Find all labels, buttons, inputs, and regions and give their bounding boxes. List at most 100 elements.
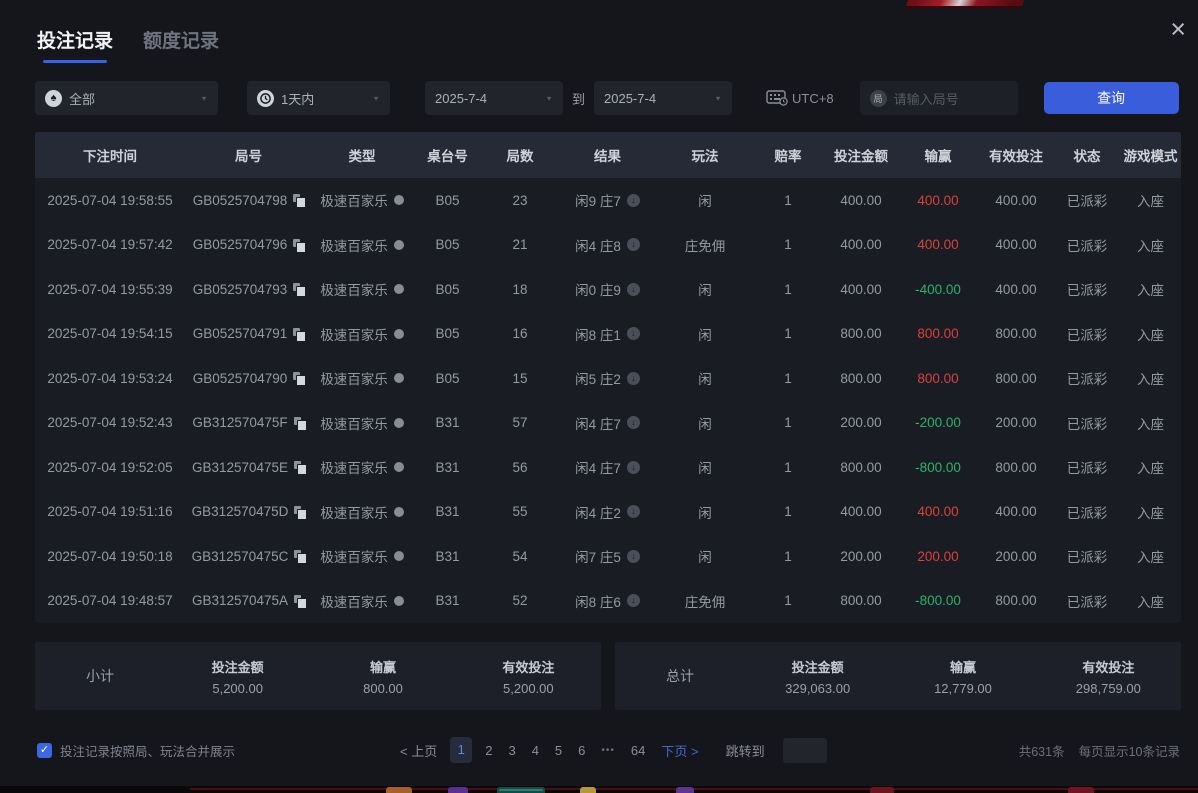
round-no: 55 (483, 504, 557, 519)
result: 闲9 庄7 (575, 190, 621, 210)
copy-icon[interactable] (293, 328, 304, 340)
status: 已派彩 (1054, 546, 1120, 566)
game-info-icon[interactable] (394, 507, 404, 517)
next-page-button[interactable]: 下页 > (658, 741, 701, 760)
chevron-down-icon: ▼ (372, 94, 380, 101)
page-button-5[interactable]: 5 (552, 743, 565, 758)
bet-time: 2025-07-04 19:48:57 (35, 593, 185, 608)
page-button-64[interactable]: 64 (628, 743, 648, 758)
expand-result-icon[interactable]: ↓ (627, 550, 640, 563)
bet-time: 2025-07-04 19:55:39 (35, 282, 185, 297)
game-info-icon[interactable] (394, 596, 404, 606)
round-no: 54 (483, 549, 557, 564)
win-loss: 400.00 (898, 237, 978, 252)
page-button-4[interactable]: 4 (529, 743, 542, 758)
odds: 1 (752, 593, 824, 608)
to-label: 到 (572, 89, 585, 108)
win-loss: 800.00 (898, 326, 978, 341)
tab-quota-records[interactable]: 额度记录 (143, 26, 219, 65)
col-status: 状态 (1054, 145, 1120, 165)
tab-betting-records[interactable]: 投注记录 (37, 26, 113, 65)
result-cell: 闲8 庄6↓ (557, 591, 658, 611)
status: 已派彩 (1054, 413, 1120, 433)
page-button-2[interactable]: 2 (482, 743, 495, 758)
chevron-down-icon: ▼ (545, 94, 553, 101)
table-no: B31 (412, 460, 483, 475)
result: 闲0 庄9 (575, 279, 621, 299)
copy-icon[interactable] (294, 550, 305, 562)
bet-time: 2025-07-04 19:54:15 (35, 326, 185, 341)
page-button-3[interactable]: 3 (505, 743, 518, 758)
date-from-select[interactable]: 2025-7-4 ▼ (425, 81, 563, 115)
round-id-input[interactable]: 局 请输入局号 (860, 81, 1018, 115)
jump-page-input[interactable] (783, 738, 827, 763)
table-row: 2025-07-04 19:53:24 GB0525704790 极速百家乐 B… (35, 356, 1181, 401)
copy-icon[interactable] (293, 283, 304, 295)
copy-icon[interactable] (294, 417, 305, 429)
date-to-select[interactable]: 2025-7-4 ▼ (594, 81, 732, 115)
copy-icon[interactable] (293, 239, 304, 251)
expand-result-icon[interactable]: ↓ (627, 461, 640, 474)
table-no: B31 (412, 504, 483, 519)
round-no: 15 (483, 371, 557, 386)
game-info-icon[interactable] (394, 284, 404, 294)
expand-result-icon[interactable]: ↓ (627, 238, 640, 251)
subtotal-title: 小计 (35, 666, 165, 686)
game-info-icon[interactable] (394, 329, 404, 339)
table-row: 2025-07-04 19:52:43 GB312570475F 极速百家乐 B… (35, 401, 1181, 446)
round-id: GB312570475D (192, 504, 289, 519)
game-type-cell: 极速百家乐 (312, 591, 412, 611)
play: 闲 (658, 457, 752, 477)
play: 闲 (658, 324, 752, 344)
search-button[interactable]: 查询 (1044, 82, 1179, 114)
game-type: 极速百家乐 (320, 546, 388, 566)
expand-result-icon[interactable]: ↓ (627, 594, 640, 607)
copy-icon[interactable] (294, 595, 305, 607)
valid-bet: 800.00 (978, 593, 1054, 608)
date-to-value: 2025-7-4 (604, 91, 656, 106)
expand-result-icon[interactable]: ↓ (627, 505, 640, 518)
table-no: B05 (412, 282, 483, 297)
bet-records-table: 下注时间 局号 类型 桌台号 局数 结果 玩法 赔率 投注金额 输赢 有效投注 … (35, 132, 1181, 623)
pagination-ellipsis[interactable]: ••• (598, 745, 618, 756)
status: 已派彩 (1054, 368, 1120, 388)
game-info-icon[interactable] (394, 240, 404, 250)
game-type-select[interactable]: ♠ 全部 ▼ (35, 81, 218, 115)
page-button-1[interactable]: 1 (450, 737, 472, 763)
result: 闲4 庄7 (575, 413, 621, 433)
expand-result-icon[interactable]: ↓ (627, 416, 640, 429)
time-range-select[interactable]: 1天内 ▼ (247, 81, 390, 115)
game-type: 极速百家乐 (320, 413, 388, 433)
copy-icon[interactable] (293, 372, 304, 384)
total-card: 总计 投注金额329,063.00 输赢12,779.00 有效投注298,75… (615, 642, 1181, 710)
timezone-display[interactable]: UTC+8 (766, 90, 834, 106)
valid-bet: 200.00 (978, 549, 1054, 564)
expand-result-icon[interactable]: ↓ (627, 283, 640, 296)
play: 闲 (658, 413, 752, 433)
game-info-icon[interactable] (394, 551, 404, 561)
chevron-down-icon: ▼ (714, 94, 722, 101)
expand-result-icon[interactable]: ↓ (627, 327, 640, 340)
copy-icon[interactable] (294, 506, 305, 518)
game-type-cell: 极速百家乐 (312, 235, 412, 255)
game-info-icon[interactable] (394, 195, 404, 205)
game-info-icon[interactable] (394, 373, 404, 383)
subtotal-bet-value: 5,200.00 (165, 681, 310, 696)
copy-icon[interactable] (293, 194, 304, 206)
copy-icon[interactable] (294, 461, 305, 473)
expand-result-icon[interactable]: ↓ (627, 194, 640, 207)
play: 闲 (658, 546, 752, 566)
expand-result-icon[interactable]: ↓ (627, 372, 640, 385)
game-info-icon[interactable] (394, 462, 404, 472)
checkbox-checked-icon[interactable]: ✓ (37, 743, 52, 758)
col-round-no: 局数 (483, 145, 557, 165)
round-no: 56 (483, 460, 557, 475)
merge-display-checkbox[interactable]: ✓ 投注记录按照局、玩法合并展示 (37, 741, 397, 760)
game-info-icon[interactable] (394, 418, 404, 428)
close-icon[interactable]: × (1170, 16, 1186, 43)
prev-page-button[interactable]: < 上页 (397, 741, 440, 760)
bet-amount: 800.00 (824, 326, 898, 341)
clock-icon (257, 90, 274, 107)
game-type: 极速百家乐 (320, 235, 388, 255)
page-button-6[interactable]: 6 (575, 743, 588, 758)
